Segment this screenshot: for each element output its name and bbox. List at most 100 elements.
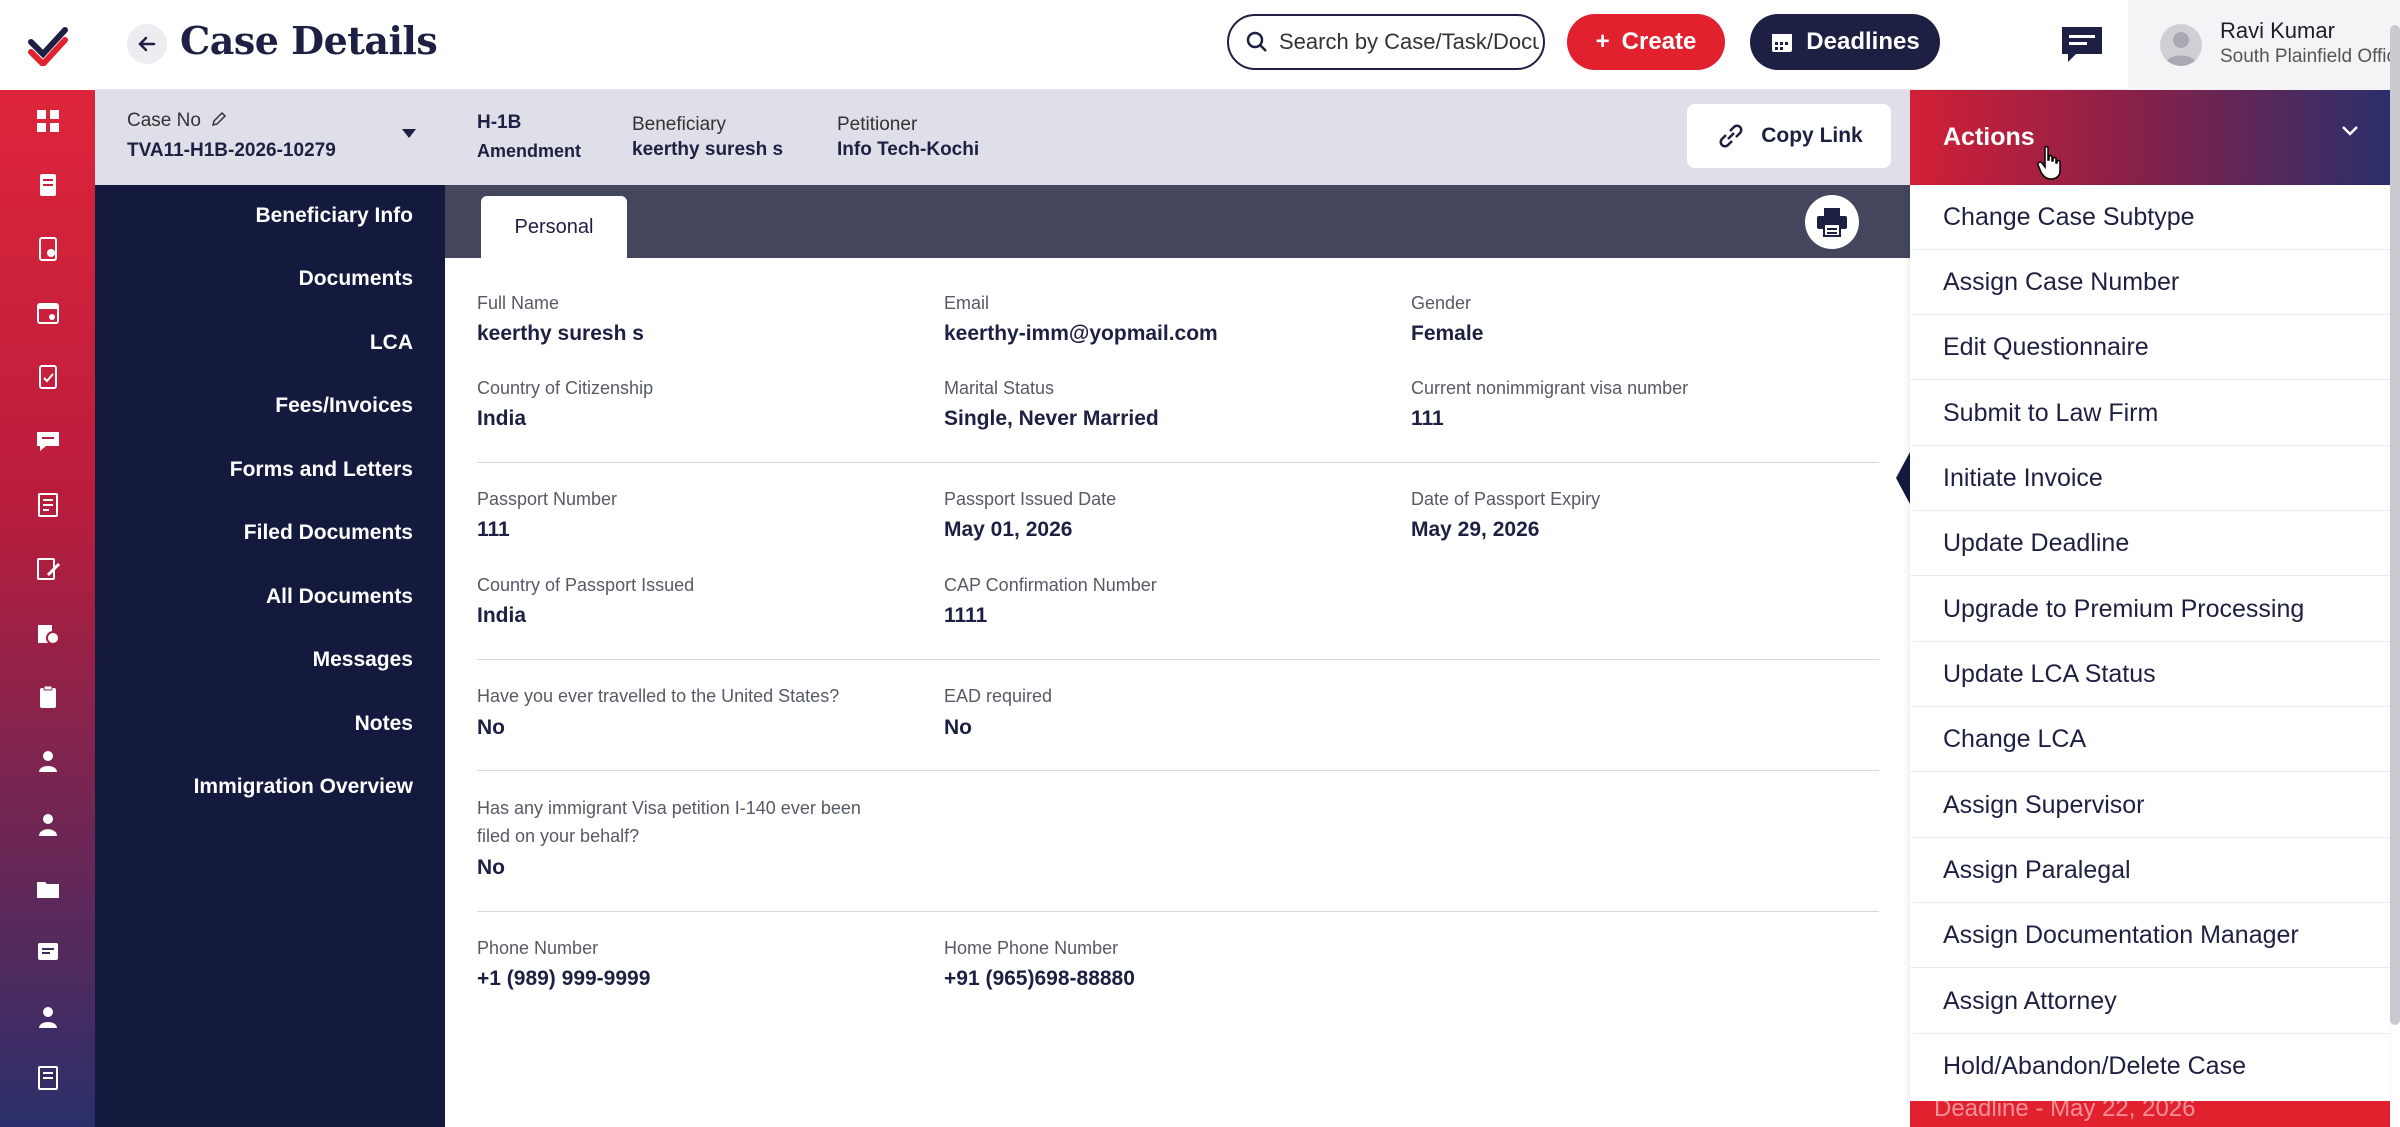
passport-number-label: Passport Number [477, 489, 618, 509]
i140-label-line1: Has any immigrant Visa petition I-140 ev… [477, 798, 861, 818]
menu-item-assign-attorney[interactable]: Assign Attorney [1910, 969, 2390, 1034]
petitioner-name: Info Tech-Kochi [837, 139, 980, 160]
sidebar-item-all-documents[interactable]: All Documents [266, 585, 413, 609]
visa-number-label: Current nonimmigrant visa number [1411, 378, 1689, 398]
cap-number-value: 1111 [944, 604, 988, 627]
deadlines-button[interactable]: Deadlines [1750, 14, 1940, 70]
passport-issued-value: May 01, 2026 [944, 518, 1073, 541]
cap-number-label: CAP Confirmation Number [944, 575, 1157, 595]
print-button[interactable] [1805, 195, 1859, 249]
search-input[interactable] [1279, 29, 1539, 55]
book-icon[interactable] [0, 1058, 95, 1098]
back-button[interactable] [127, 24, 167, 64]
sidebar-item-notes[interactable]: Notes [355, 712, 413, 736]
folder-icon[interactable] [0, 869, 95, 909]
cases-icon[interactable] [0, 165, 95, 205]
actions-dropdown-toggle[interactable]: Actions [1910, 90, 2390, 185]
menu-item-submit-to-law-firm[interactable]: Submit to Law Firm [1910, 381, 2390, 446]
calendar-icon[interactable] [0, 293, 95, 333]
page-scrollbar[interactable] [2390, 25, 2400, 1025]
printer-icon [1817, 208, 1847, 237]
menu-item-assign-documentation-manager[interactable]: Assign Documentation Manager [1910, 903, 2390, 968]
menu-item-change-lca[interactable]: Change LCA [1910, 707, 2390, 772]
app-logo[interactable] [0, 0, 95, 90]
case-no-label: Case No [127, 110, 228, 132]
menu-item-update-lca-status[interactable]: Update LCA Status [1910, 642, 2390, 707]
clipboard-icon[interactable] [0, 677, 95, 717]
documents-icon[interactable] [0, 485, 95, 525]
menu-item-update-deadline[interactable]: Update Deadline [1910, 511, 2390, 576]
sidebar-item-immigration-overview[interactable]: Immigration Overview [194, 775, 413, 799]
i140-value: No [477, 856, 505, 879]
attorney-icon[interactable] [0, 997, 95, 1037]
case-subtype: Amendment [477, 141, 582, 161]
page-title: Case Details [180, 18, 438, 63]
user-icon[interactable] [0, 741, 95, 781]
deadline-banner-text: Deadline - May 22, 2026 [1934, 1101, 2196, 1122]
passport-expiry-label: Date of Passport Expiry [1411, 489, 1601, 509]
logo-icon [27, 27, 68, 66]
dashboard-icon[interactable] [0, 101, 95, 141]
create-label: Create [1621, 28, 1697, 55]
copy-link-button[interactable]: Copy Link [1687, 104, 1891, 168]
passport-country-value: India [477, 604, 527, 627]
visa-number-value: 111 [1411, 407, 1444, 430]
chat-button[interactable] [2060, 22, 2104, 66]
case-no-label-text: Case No [127, 110, 201, 131]
passport-expiry-value: May 29, 2026 [1411, 518, 1540, 541]
menu-item-assign-paralegal[interactable]: Assign Paralegal [1910, 838, 2390, 903]
notes-icon[interactable] [0, 549, 95, 589]
menu-item-edit-questionnaire[interactable]: Edit Questionnaire [1910, 315, 2390, 380]
menu-item-initiate-invoice[interactable]: Initiate Invoice [1910, 446, 2390, 511]
sidebar-item-fees-invoices[interactable]: Fees/Invoices [275, 394, 413, 418]
menu-item-upgrade-premium[interactable]: Upgrade to Premium Processing [1910, 577, 2390, 642]
caret-down-icon [402, 129, 416, 138]
gender-value: Female [1411, 322, 1484, 345]
sidebar-item-beneficiary-info[interactable]: Beneficiary Info [255, 204, 413, 228]
menu-item-assign-case-number[interactable]: Assign Case Number [1910, 250, 2390, 315]
sidebar-item-messages[interactable]: Messages [313, 648, 413, 672]
user-office: South Plainfield Office [2220, 46, 2400, 67]
tasks-icon[interactable] [0, 229, 95, 269]
edit-icon[interactable] [210, 110, 228, 128]
search-box[interactable] [1227, 14, 1545, 70]
arrow-left-icon [138, 36, 156, 52]
menu-item-assign-supervisor[interactable]: Assign Supervisor [1910, 773, 2390, 838]
sidebar-item-documents[interactable]: Documents [299, 267, 413, 291]
travelled-us-value: No [477, 716, 505, 739]
case-select-caret[interactable] [401, 126, 417, 144]
full-name-label: Full Name [477, 293, 560, 313]
personal-info-panel: Full Name keerthy suresh s Email keerthy… [445, 258, 1910, 1127]
menu-item-change-case-subtype[interactable]: Change Case Subtype [1910, 185, 2390, 250]
sidebar-item-forms-letters[interactable]: Forms and Letters [230, 458, 413, 482]
home-phone-value: +91 (965)698-88880 [944, 967, 1135, 990]
marital-status-label: Marital Status [944, 378, 1055, 398]
full-name-value: keerthy suresh s [477, 322, 644, 345]
avatar [2160, 24, 2202, 66]
chat-icon[interactable] [0, 933, 95, 973]
contacts-icon[interactable] [0, 805, 95, 845]
section-divider [477, 659, 1879, 660]
section-divider [477, 911, 1879, 912]
deadlines-label: Deadlines [1806, 28, 1920, 55]
sidebar-item-filed-documents[interactable]: Filed Documents [244, 521, 413, 545]
menu-item-hold-abandon-delete[interactable]: Hold/Abandon/Delete Case [1910, 1034, 2390, 1099]
user-menu[interactable]: Ravi Kumar South Plainfield Office [2128, 0, 2400, 90]
deadline-banner: Deadline - May 22, 2026 [1910, 1101, 2390, 1127]
marital-status-value: Single, Never Married [944, 407, 1159, 430]
search-icon [1246, 31, 1267, 52]
create-button[interactable]: + Create [1567, 14, 1725, 70]
user-avatar-icon [2165, 32, 2197, 66]
reports-icon[interactable] [0, 613, 95, 653]
i140-label-line2: filed on your behalf? [477, 826, 640, 846]
phone-label: Phone Number [477, 938, 599, 958]
calendar-icon [1772, 34, 1793, 52]
ead-label: EAD required [944, 686, 1053, 706]
forms-icon[interactable] [0, 357, 95, 397]
tab-personal[interactable]: Personal [481, 196, 627, 258]
citizenship-label: Country of Citizenship [477, 378, 654, 398]
copy-link-label: Copy Link [1761, 124, 1863, 147]
messages-icon[interactable] [0, 421, 95, 461]
sidebar-item-lca[interactable]: LCA [370, 331, 413, 355]
email-label: Email [944, 293, 990, 313]
